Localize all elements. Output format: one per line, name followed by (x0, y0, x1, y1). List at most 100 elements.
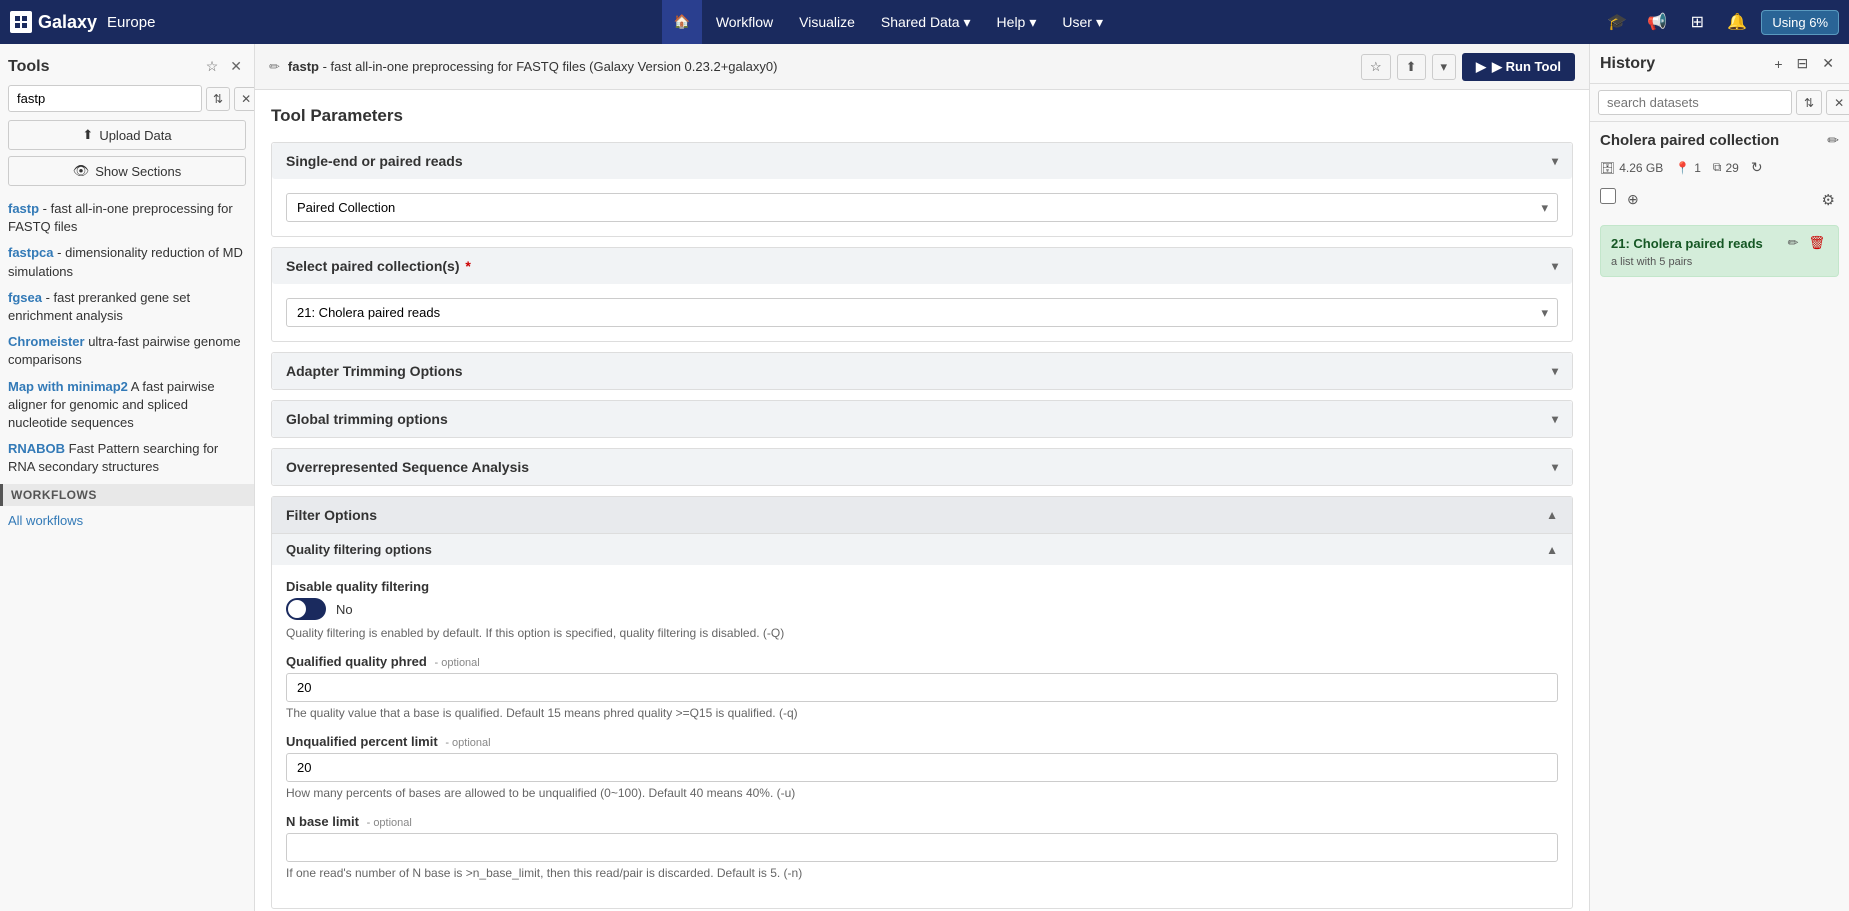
disable-quality-toggle[interactable] (286, 598, 326, 620)
nav-shared-data[interactable]: Shared Data ▾ (869, 0, 983, 44)
nav-grid-icon[interactable]: ⊞ (1681, 6, 1713, 38)
history-storage-stat: 🗄 4.26 GB (1600, 161, 1663, 175)
cholera-reads-select[interactable]: 21: Cholera paired reads (286, 298, 1558, 327)
history-dataset-header: 21: Cholera paired reads ✏ 🗑 (1611, 234, 1828, 252)
sidebar-close-icon[interactable]: ✕ (226, 56, 246, 77)
history-title: History (1600, 55, 1655, 73)
tool-item-rnabob[interactable]: RNABOB Fast Pattern searching for RNA se… (8, 436, 246, 480)
disable-quality-filtering-group: Disable quality filtering No Quality fil… (286, 579, 1558, 640)
history-dataset-subtext: a list with 5 pairs (1611, 256, 1828, 268)
tool-item-chromeister[interactable]: Chromeister ultra-fast pairwise genome c… (8, 329, 246, 373)
tool-favorite-button[interactable]: ☆ (1361, 54, 1391, 80)
run-tool-button[interactable]: ▶ ▶ Run Tool (1462, 53, 1575, 81)
search-clear-button[interactable]: ✕ (234, 87, 255, 111)
tool-item-fastp[interactable]: fastp - fast all-in-one preprocessing fo… (8, 196, 246, 240)
section-filter-options: Filter Options ▲ Quality filtering optio… (271, 496, 1573, 909)
right-history-panel: History + ⊟ ✕ ⇅ ✕ Cholera paired collect… (1589, 44, 1849, 911)
tool-header-title: fastp - fast all-in-one preprocessing fo… (288, 59, 1361, 74)
search-input[interactable] (8, 85, 202, 112)
unqualified-percent-help: How many percents of bases are allowed t… (286, 786, 1558, 800)
section-adapter-trimming-header[interactable]: Adapter Trimming Options ▾ (272, 353, 1572, 389)
storage-usage-badge[interactable]: Using 6% (1761, 10, 1839, 35)
history-search-clear-button[interactable]: ✕ (1826, 90, 1849, 115)
qualified-quality-group: Qualified quality phred - optional The q… (286, 654, 1558, 720)
quality-filtering-header[interactable]: Quality filtering options ▲ (272, 534, 1572, 565)
sidebar-title: Tools (8, 58, 49, 76)
show-sections-button[interactable]: 👁 Show Sections (8, 156, 246, 186)
history-toolbar-left: ⊕ (1600, 188, 1644, 211)
tool-header-info: ✏ fastp - fast all-in-one preprocessing … (269, 59, 1361, 75)
history-dataset-name-label[interactable]: 21: Cholera paired reads (1611, 236, 1763, 251)
nav-visualize[interactable]: Visualize (787, 0, 867, 44)
history-search-input[interactable] (1598, 90, 1792, 115)
section-single-paired: Single-end or paired reads ▾ Paired Coll… (271, 142, 1573, 237)
section-select-collection-header[interactable]: Select paired collection(s) * ▾ (272, 248, 1572, 284)
pin-icon: 📍 (1675, 161, 1690, 175)
filter-options-header[interactable]: Filter Options ▲ (272, 497, 1572, 533)
history-header-icons: + ⊟ ✕ (1769, 52, 1839, 75)
history-refresh-button[interactable]: ↻ (1751, 159, 1763, 176)
search-row: ⇅ ✕ (8, 85, 246, 112)
nav-right: 🎓 📢 ⊞ 🔔 Using 6% (1601, 6, 1839, 38)
tool-menu-button[interactable]: ▾ (1432, 54, 1457, 80)
tool-share-button[interactable]: ⬆ (1397, 54, 1426, 80)
toggle-knob (288, 600, 306, 618)
history-dataset-actions: ✏ 🗑 (1785, 234, 1828, 252)
unqualified-percent-input[interactable] (286, 753, 1558, 782)
history-select-all-checkbox[interactable] (1600, 188, 1616, 204)
nav-bell-icon[interactable]: 🔔 (1721, 6, 1753, 38)
top-nav: Galaxy Europe 🏠 Workflow Visualize Share… (0, 0, 1849, 44)
upload-data-button[interactable]: ⬆ Upload Data (8, 120, 246, 150)
history-edit-name-button[interactable]: ✏ (1827, 132, 1839, 149)
section-global-trimming-header[interactable]: Global trimming options ▾ (272, 401, 1572, 437)
section-global-trimming: Global trimming options ▾ (271, 400, 1573, 438)
history-columns-button[interactable]: ⊟ (1792, 52, 1814, 75)
chevron-down-icon: ▾ (1552, 364, 1558, 378)
all-workflows-link[interactable]: All workflows (8, 510, 246, 531)
section-select-collection-body: 21: Cholera paired reads (272, 284, 1572, 341)
app-region: Europe (107, 14, 155, 31)
section-single-paired-header[interactable]: Single-end or paired reads ▾ (272, 143, 1572, 179)
search-filter-button[interactable]: ⇅ (206, 87, 230, 111)
tool-header-pencil-icon: ✏ (269, 59, 280, 75)
history-close-button[interactable]: ✕ (1817, 52, 1839, 75)
tool-params-area: Tool Parameters Single-end or paired rea… (255, 90, 1589, 911)
section-single-paired-body: Paired Collection Single Paired (272, 179, 1572, 236)
history-toolbar: ⊕ ⚙ (1590, 184, 1849, 219)
nav-user[interactable]: User ▾ (1050, 0, 1115, 44)
tool-item-minimap2[interactable]: Map with minimap2 A fast pairwise aligne… (8, 374, 246, 437)
paired-reads-select[interactable]: Paired Collection Single Paired (286, 193, 1558, 222)
quality-filtering-body: Disable quality filtering No Quality fil… (272, 565, 1572, 908)
unqualified-percent-label: Unqualified percent limit - optional (286, 734, 1558, 749)
section-overrepresented-header[interactable]: Overrepresented Sequence Analysis ▾ (272, 449, 1572, 485)
history-header: History + ⊟ ✕ (1590, 44, 1849, 84)
history-move-button[interactable]: ⊕ (1622, 188, 1644, 211)
n-base-limit-input[interactable] (286, 833, 1558, 862)
tool-header-actions: ☆ ⬆ ▾ ▶ ▶ Run Tool (1361, 53, 1575, 81)
history-dataset-delete-button[interactable]: 🗑 (1805, 234, 1828, 252)
nav-graduation-icon[interactable]: 🎓 (1601, 6, 1633, 38)
tool-item-fastpca[interactable]: fastpca - dimensionality reduction of MD… (8, 240, 246, 284)
unqualified-percent-group: Unqualified percent limit - optional How… (286, 734, 1558, 800)
nav-megaphone-icon[interactable]: 📢 (1641, 6, 1673, 38)
layers-icon: ⧉ (1713, 160, 1722, 175)
history-settings-button[interactable]: ⚙ (1818, 189, 1839, 211)
history-search-filter-button[interactable]: ⇅ (1796, 90, 1822, 115)
nav-home-button[interactable]: 🏠 (662, 0, 702, 44)
history-stats-row: 🗄 4.26 GB 📍 1 ⧉ 29 ↻ (1590, 155, 1849, 184)
history-dataset-edit-button[interactable]: ✏ (1785, 234, 1802, 252)
chevron-down-icon: ▾ (1552, 154, 1558, 168)
paired-reads-select-wrapper: Paired Collection Single Paired (286, 193, 1558, 222)
n-base-label: N base limit - optional (286, 814, 1558, 829)
sidebar-star-icon[interactable]: ☆ (202, 56, 223, 77)
qualified-quality-input[interactable] (286, 673, 1558, 702)
nav-workflow[interactable]: Workflow (704, 0, 785, 44)
tool-item-fgsea[interactable]: fgsea - fast preranked gene set enrichme… (8, 285, 246, 329)
tool-params-title: Tool Parameters (271, 106, 1573, 126)
nav-help[interactable]: Help ▾ (985, 0, 1049, 44)
section-overrepresented: Overrepresented Sequence Analysis ▾ (271, 448, 1573, 486)
history-count1-value: 1 (1694, 161, 1701, 175)
history-add-button[interactable]: + (1769, 52, 1787, 75)
history-count1-stat: 📍 1 (1675, 161, 1701, 175)
chevron-up-icon: ▲ (1546, 508, 1558, 522)
